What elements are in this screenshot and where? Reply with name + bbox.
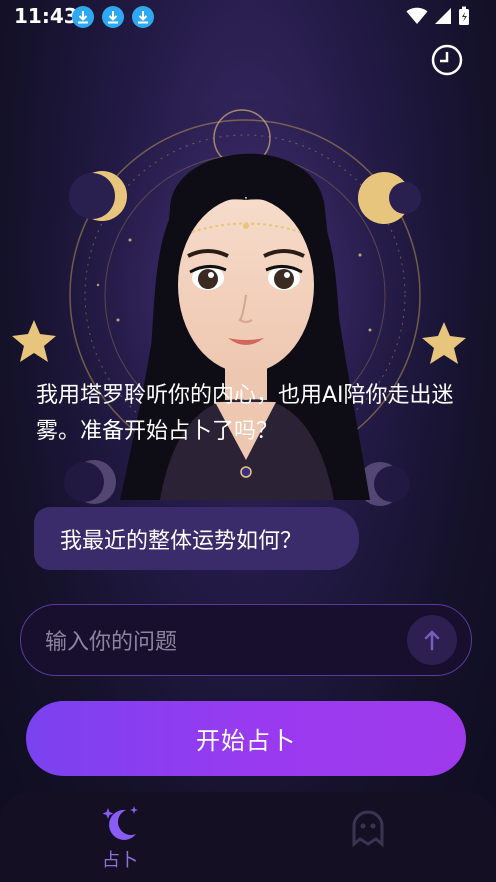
signal-icon <box>435 8 451 24</box>
download-icon <box>102 6 124 28</box>
moon-stars-icon <box>102 806 138 840</box>
battery-icon <box>459 6 469 25</box>
tab-divination[interactable]: 占卜 <box>98 804 142 872</box>
download-icon <box>72 6 94 28</box>
crescent-moon-icon <box>69 171 127 221</box>
system-icons <box>406 6 470 26</box>
suggested-question-chip[interactable]: 我最近的整体运势如何？ <box>34 507 359 570</box>
assistant-message: 我用塔罗聆听你的内心，也用AI陪你走出迷雾。准备开始占卜了吗？ <box>36 383 454 444</box>
tab-divination-label: 占卜 <box>102 850 138 871</box>
bottom-tab-bar: 占卜 <box>0 792 496 882</box>
question-input[interactable] <box>43 623 417 661</box>
status-time: 11:43 <box>14 4 78 28</box>
ghost-icon <box>352 810 384 848</box>
question-input-container <box>20 604 472 676</box>
status-bar: 11:43 <box>0 0 496 34</box>
tab-ghost[interactable] <box>348 808 388 848</box>
send-button[interactable] <box>407 615 457 665</box>
download-icon <box>132 6 154 28</box>
history-button[interactable] <box>430 43 464 77</box>
arrow-up-icon <box>424 630 440 651</box>
clock-icon <box>431 44 463 76</box>
wifi-icon <box>406 7 428 24</box>
start-divination-button[interactable]: 开始占卜 <box>26 701 466 776</box>
tarot-reader-illustration <box>12 100 466 520</box>
